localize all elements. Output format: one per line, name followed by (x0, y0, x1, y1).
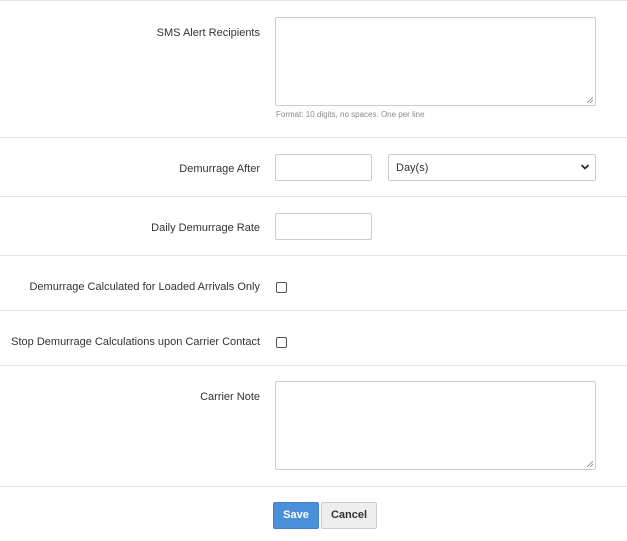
demurrage-after-input[interactable] (275, 154, 372, 181)
resize-grip-icon[interactable] (587, 97, 593, 103)
daily-rate-input[interactable] (275, 213, 372, 240)
sms-alert-label: SMS Alert Recipients (156, 27, 260, 39)
sms-alert-help-text: Format: 10 digits, no spaces. One per li… (276, 110, 425, 119)
stop-on-contact-label: Stop Demurrage Calculations upon Carrier… (11, 336, 260, 348)
resize-grip-icon[interactable] (587, 461, 593, 467)
demurrage-after-label: Demurrage After (179, 163, 260, 175)
demurrage-after-row: Demurrage After Day(s) (0, 137, 627, 197)
cancel-button[interactable]: Cancel (321, 502, 377, 529)
sms-alert-row: SMS Alert Recipients Format: 10 digits, … (0, 0, 627, 138)
carrier-settings-form: SMS Alert Recipients Format: 10 digits, … (0, 0, 627, 541)
sms-alert-textarea[interactable] (275, 17, 596, 106)
loaded-only-row: Demurrage Calculated for Loaded Arrivals… (0, 255, 627, 311)
chevron-down-icon (581, 164, 589, 170)
carrier-note-row: Carrier Note (0, 365, 627, 487)
carrier-note-label: Carrier Note (200, 391, 260, 403)
stop-on-contact-checkbox[interactable] (276, 337, 287, 348)
daily-rate-label: Daily Demurrage Rate (151, 222, 260, 234)
demurrage-unit-select[interactable]: Day(s) (388, 154, 596, 181)
stop-on-contact-row: Stop Demurrage Calculations upon Carrier… (0, 310, 627, 366)
loaded-only-checkbox[interactable] (276, 282, 287, 293)
loaded-only-label: Demurrage Calculated for Loaded Arrivals… (29, 281, 260, 293)
demurrage-unit-selected: Day(s) (396, 162, 429, 174)
daily-rate-row: Daily Demurrage Rate (0, 196, 627, 256)
save-button[interactable]: Save (273, 502, 319, 529)
carrier-note-textarea[interactable] (275, 381, 596, 470)
actions-divider (0, 486, 627, 487)
